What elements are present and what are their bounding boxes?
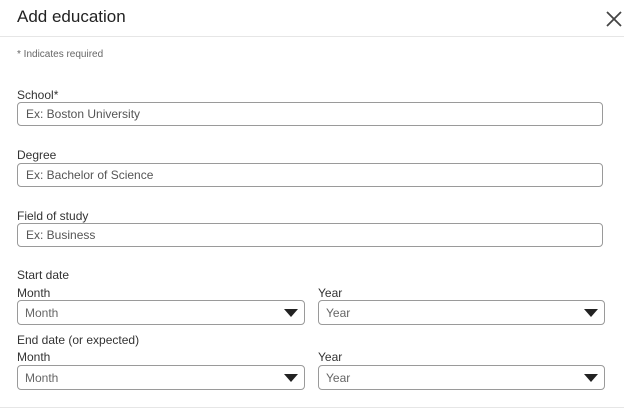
- required-note: * Indicates required: [17, 49, 104, 60]
- dialog-title: Add education: [17, 7, 126, 26]
- degree-input[interactable]: [17, 163, 603, 187]
- end-year-select[interactable]: Year: [318, 365, 605, 390]
- start-month-select[interactable]: Month: [17, 300, 305, 325]
- chevron-down-icon: [284, 309, 298, 317]
- field-of-study-label: Field of study: [17, 209, 89, 223]
- degree-label: Degree: [17, 148, 57, 162]
- dialog-header: Add education: [0, 0, 624, 37]
- close-icon[interactable]: [604, 9, 624, 29]
- start-year-value: Year: [326, 306, 351, 320]
- footer-divider: [0, 407, 624, 408]
- school-input[interactable]: [17, 102, 603, 126]
- chevron-down-icon: [584, 374, 598, 382]
- end-month-label: Month: [17, 350, 51, 364]
- start-date-label: Start date: [17, 268, 70, 282]
- start-month-label: Month: [17, 286, 51, 300]
- end-date-label: End date (or expected): [17, 333, 140, 347]
- start-year-label: Year: [318, 286, 343, 300]
- end-year-value: Year: [326, 371, 351, 385]
- start-month-value: Month: [25, 306, 59, 320]
- chevron-down-icon: [584, 309, 598, 317]
- school-label: School*: [17, 88, 59, 102]
- end-year-label: Year: [318, 350, 343, 364]
- end-month-value: Month: [25, 371, 59, 385]
- chevron-down-icon: [284, 374, 298, 382]
- start-year-select[interactable]: Year: [318, 300, 605, 325]
- field-of-study-input[interactable]: [17, 223, 603, 247]
- end-month-select[interactable]: Month: [17, 365, 305, 390]
